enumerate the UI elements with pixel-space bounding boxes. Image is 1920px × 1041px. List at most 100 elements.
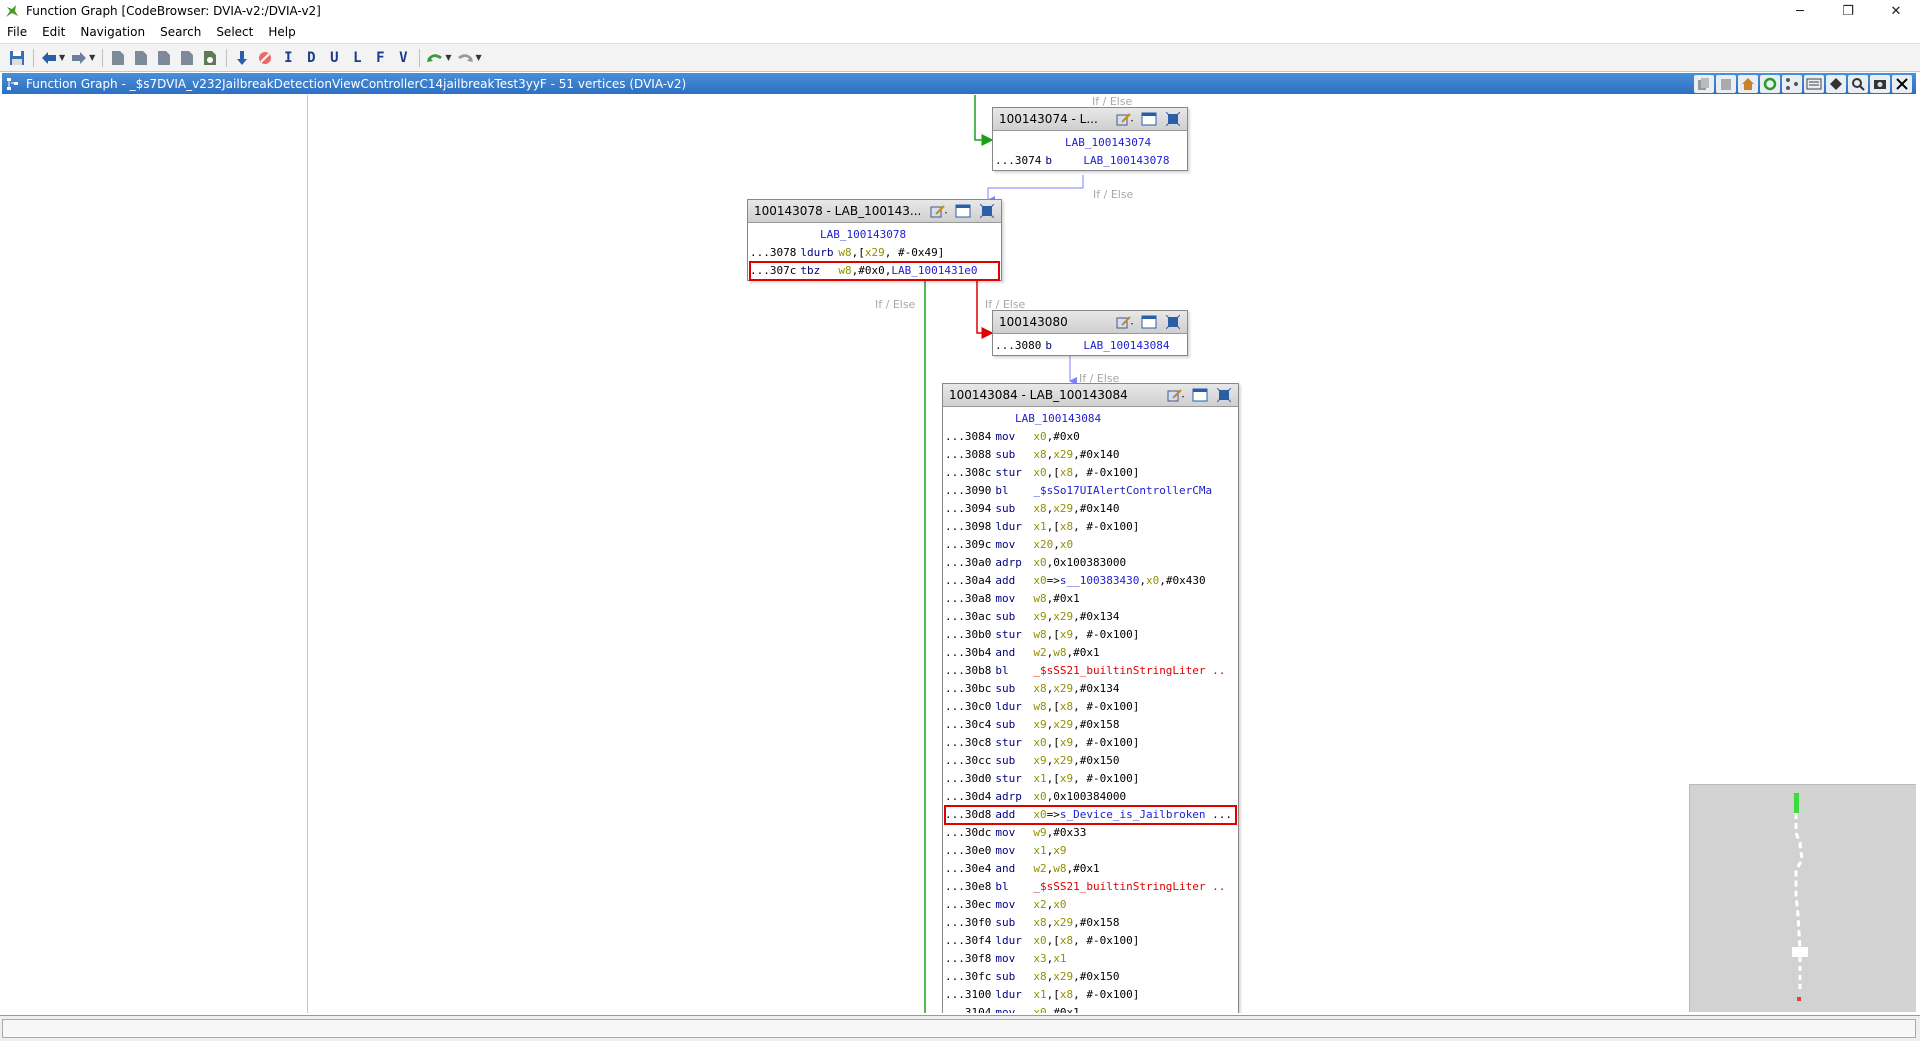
operand[interactable]: x20: [1033, 538, 1053, 551]
vertex-header[interactable]: 100143084 - LAB_100143084: [943, 384, 1238, 407]
operand[interactable]: x0: [1033, 934, 1046, 947]
next-label-icon[interactable]: [176, 47, 198, 69]
operand[interactable]: x9: [1060, 628, 1073, 641]
full-view-icon[interactable]: [1190, 386, 1210, 404]
operand[interactable]: x8: [1033, 682, 1046, 695]
snapshot-icon[interactable]: [1870, 74, 1890, 93]
instruction-address[interactable]: ...30a4: [945, 574, 991, 587]
instruction-row[interactable]: ...30f8 mov x3,x1: [945, 950, 1236, 968]
instruction-operands[interactable]: x0,[x8, #-0x100]: [1033, 466, 1139, 479]
instruction-operands[interactable]: LAB_100143084: [1083, 339, 1169, 352]
operand[interactable]: w2: [1033, 862, 1046, 875]
instruction-operands[interactable]: x8,x29,#0x140: [1033, 502, 1119, 515]
operand[interactable]: ,[: [1047, 628, 1060, 641]
operand[interactable]: x29: [1053, 502, 1073, 515]
vertex-header[interactable]: 100143078 - LAB_100143...: [748, 200, 1001, 223]
full-view-icon[interactable]: [1139, 313, 1159, 331]
edit-label-icon[interactable]: [1166, 386, 1186, 404]
operand[interactable]: x0: [1033, 466, 1046, 479]
instruction-mnemonic[interactable]: sub: [991, 500, 1033, 518]
save-icon[interactable]: [6, 47, 28, 69]
operand[interactable]: x0: [1053, 898, 1066, 911]
operand[interactable]: ,#0x150: [1073, 754, 1119, 767]
operand[interactable]: ,#0x134: [1073, 682, 1119, 695]
operand[interactable]: ,#0x430: [1159, 574, 1205, 587]
operand[interactable]: ...: [1206, 808, 1232, 821]
operand[interactable]: x8: [1033, 502, 1046, 515]
instruction-mnemonic[interactable]: sub: [991, 608, 1033, 626]
operand[interactable]: , #-0x100]: [1073, 520, 1139, 533]
instruction-mnemonic[interactable]: ldur: [991, 698, 1033, 716]
instruction-row[interactable]: ...30ac sub x9,x29,#0x134: [945, 608, 1236, 626]
operand[interactable]: x8: [1033, 916, 1046, 929]
graph-vertex[interactable]: 100143084 - LAB_100143084 LAB_100143084.…: [942, 383, 1239, 1013]
instruction-row[interactable]: ...3104 mov x0,#0x1: [945, 1004, 1236, 1013]
instruction-operands[interactable]: x9,x29,#0x150: [1033, 754, 1119, 767]
instruction-operands[interactable]: _$sSo17UIAlertControllerCMa: [1033, 484, 1212, 497]
refresh-icon[interactable]: [1760, 74, 1780, 93]
operand[interactable]: ,#0x1: [1047, 592, 1080, 605]
instruction-mnemonic[interactable]: mov: [991, 1004, 1033, 1013]
instruction-mnemonic[interactable]: mov: [991, 842, 1033, 860]
operand[interactable]: ,0x100383000: [1047, 556, 1126, 569]
maximize-vertex-icon[interactable]: [977, 202, 997, 220]
instruction-row[interactable]: ...3080 b LAB_100143084: [995, 337, 1185, 355]
instruction-address[interactable]: ...3104: [945, 1006, 991, 1013]
instruction-operands[interactable]: x0,0x100383000: [1033, 556, 1126, 569]
instruction-operands[interactable]: x0,[x9, #-0x100]: [1033, 736, 1139, 749]
instruction-operands[interactable]: w8,#0x1: [1033, 592, 1079, 605]
operand[interactable]: x0: [1033, 430, 1046, 443]
function-graph-canvas[interactable]: If / Else If / Else If / Else If / Else …: [2, 95, 1916, 1013]
instruction-mnemonic[interactable]: ldur: [991, 932, 1033, 950]
operand[interactable]: ,#0x140: [1073, 502, 1119, 515]
instruction-address[interactable]: ...30d0: [945, 772, 991, 785]
operand[interactable]: , #-0x100]: [1073, 628, 1139, 641]
operand[interactable]: , #-0x100]: [1073, 772, 1139, 785]
operand[interactable]: ,: [1139, 574, 1146, 587]
instruction-row[interactable]: ...30b8 bl _$sSS21_builtinStringLiter ..: [945, 662, 1236, 680]
instruction-address[interactable]: ...30bc: [945, 682, 991, 695]
operand[interactable]: x1: [1033, 520, 1046, 533]
instruction-operands[interactable]: x9,x29,#0x158: [1033, 718, 1119, 731]
code-label[interactable]: LAB_100143084: [945, 412, 1101, 425]
instruction-address[interactable]: ...3088: [945, 448, 991, 461]
instruction-mnemonic[interactable]: mov: [991, 896, 1033, 914]
operand[interactable]: x2: [1033, 898, 1046, 911]
menu-navigation[interactable]: Navigation: [73, 22, 153, 43]
instruction-address[interactable]: ...30f0: [945, 916, 991, 929]
operand[interactable]: x9: [1060, 772, 1073, 785]
full-view-icon[interactable]: [953, 202, 973, 220]
navigate-icon[interactable]: [1826, 74, 1846, 93]
operand[interactable]: w9: [1033, 826, 1046, 839]
next-data-letter-icon[interactable]: D: [300, 47, 322, 69]
instruction-address[interactable]: ...30d4: [945, 790, 991, 803]
instruction-operands[interactable]: w8,[x8, #-0x100]: [1033, 700, 1139, 713]
instruction-mnemonic[interactable]: bl: [991, 482, 1033, 500]
instruction-mnemonic[interactable]: mov: [991, 590, 1033, 608]
instruction-address[interactable]: ...30ec: [945, 898, 991, 911]
instruction-mnemonic[interactable]: sub: [991, 752, 1033, 770]
instruction-row[interactable]: ...30a8 mov w8,#0x1: [945, 590, 1236, 608]
instruction-mnemonic[interactable]: b: [1041, 337, 1083, 355]
instruction-address[interactable]: ...3098: [945, 520, 991, 533]
next-instruction-icon[interactable]: [130, 47, 152, 69]
instruction-mnemonic[interactable]: adrp: [991, 554, 1033, 572]
instruction-mnemonic[interactable]: sub: [991, 680, 1033, 698]
instruction-row[interactable]: ...30dc mov w9,#0x33: [945, 824, 1236, 842]
instruction-operands[interactable]: _$sSS21_builtinStringLiter ..: [1033, 880, 1225, 893]
operand[interactable]: ,#0x158: [1073, 916, 1119, 929]
instruction-row[interactable]: ...3100 ldur x1,[x8, #-0x100]: [945, 986, 1236, 1004]
operand[interactable]: ,#0x1: [1047, 1006, 1080, 1013]
maximize-vertex-icon[interactable]: [1214, 386, 1234, 404]
satellite-minimap[interactable]: [1689, 784, 1916, 1012]
instruction-operands[interactable]: x0,0x100384000: [1033, 790, 1126, 803]
instruction-operands[interactable]: LAB_100143078: [1083, 154, 1169, 167]
forward-dropdown-icon[interactable]: ▼: [89, 53, 95, 62]
instruction-row[interactable]: ...30ec mov x2,x0: [945, 896, 1236, 914]
operand[interactable]: ,#0x0: [1047, 430, 1080, 443]
instruction-row[interactable]: ...30c0 ldur w8,[x8, #-0x100]: [945, 698, 1236, 716]
menu-help[interactable]: Help: [261, 22, 303, 43]
instruction-row[interactable]: ...30f4 ldur x0,[x8, #-0x100]: [945, 932, 1236, 950]
instruction-row[interactable]: ...309c mov x20,x0: [945, 536, 1236, 554]
instruction-row[interactable]: ...30bc sub x8,x29,#0x134: [945, 680, 1236, 698]
